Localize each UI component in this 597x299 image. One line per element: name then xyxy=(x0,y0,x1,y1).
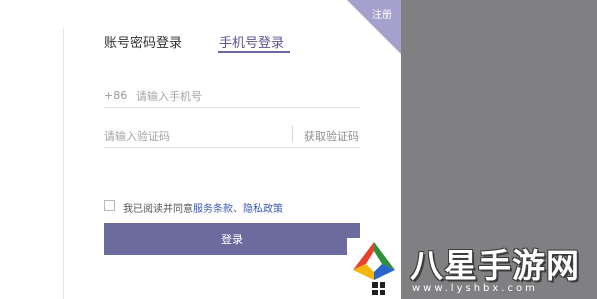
tab-account-password-login[interactable]: 账号密码登录 xyxy=(104,32,182,51)
code-input-underline xyxy=(104,147,360,148)
agreement-prefix: 我已阅读并同意 xyxy=(123,204,193,215)
agreement-text: 我已阅读并同意服务条款、隐私政策 xyxy=(123,200,283,215)
tab-phone-login[interactable]: 手机号登录 xyxy=(219,32,284,51)
code-field-separator xyxy=(292,126,293,142)
register-link[interactable]: 注册 xyxy=(372,6,392,21)
agreement-checkbox[interactable] xyxy=(104,200,115,211)
privacy-policy-link[interactable]: 隐私政策 xyxy=(243,204,283,215)
windows-logo-icon xyxy=(372,282,385,295)
country-code-prefix[interactable]: +86 xyxy=(104,89,127,102)
watermark-url: www.lyshbx.com xyxy=(412,283,538,294)
terms-of-service-link[interactable]: 服务条款 xyxy=(193,204,233,215)
watermark-logo-icon xyxy=(349,240,399,286)
get-code-button[interactable]: 获取验证码 xyxy=(304,128,359,144)
panel-left-border xyxy=(63,28,64,299)
watermark-title: 八星手游网 xyxy=(410,246,580,285)
phone-input-underline xyxy=(104,107,360,108)
verification-code-input[interactable]: 请输入验证码 xyxy=(104,128,170,144)
active-tab-indicator xyxy=(218,51,290,53)
login-button[interactable]: 登录 xyxy=(104,223,360,255)
phone-input[interactable]: 请输入手机号 xyxy=(136,88,202,104)
agreement-separator: 、 xyxy=(233,204,243,215)
